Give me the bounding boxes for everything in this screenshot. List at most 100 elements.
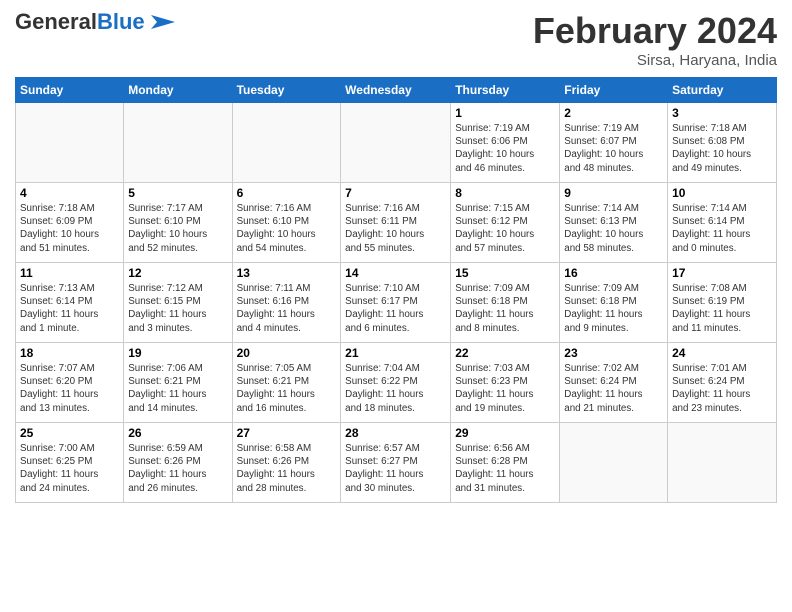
day-number: 1 xyxy=(455,106,555,120)
calendar-cell: 21Sunrise: 7:04 AM Sunset: 6:22 PM Dayli… xyxy=(341,343,451,423)
calendar-cell: 1 Sunrise: 7:19 AM Sunset: 6:06 PM Daylig… xyxy=(451,103,560,183)
calendar-cell: 17Sunrise: 7:08 AM Sunset: 6:19 PM Dayli… xyxy=(668,263,777,343)
day-info: Sunrise: 7:10 AM Sunset: 6:17 PM Dayligh… xyxy=(345,282,446,335)
day-header-thursday: Thursday xyxy=(451,78,560,103)
calendar-cell xyxy=(16,103,124,183)
calendar-cell xyxy=(232,103,341,183)
day-info: Sunrise: 7:09 AM Sunset: 6:18 PM Dayligh… xyxy=(564,282,663,335)
day-number: 12 xyxy=(128,266,227,280)
day-number: 9 xyxy=(564,186,663,200)
calendar-cell: 28Sunrise: 6:57 AM Sunset: 6:27 PM Dayli… xyxy=(341,423,451,503)
day-number: 13 xyxy=(237,266,337,280)
day-info: Sunrise: 7:16 AM Sunset: 6:11 PM Dayligh… xyxy=(345,202,446,255)
calendar-header-row: SundayMondayTuesdayWednesdayThursdayFrid… xyxy=(16,78,777,103)
day-number: 8 xyxy=(455,186,555,200)
day-info: Sunrise: 7:09 AM Sunset: 6:18 PM Dayligh… xyxy=(455,282,555,335)
logo-icon xyxy=(147,11,175,33)
calendar-cell: 4Sunrise: 7:18 AM Sunset: 6:09 PM Daylig… xyxy=(16,183,124,263)
day-number: 16 xyxy=(564,266,663,280)
logo-text: GeneralBlue xyxy=(15,10,145,34)
location: Sirsa, Haryana, India xyxy=(533,52,777,69)
calendar-cell xyxy=(124,103,232,183)
calendar-cell: 27 Sunrise: 6:58 AM Sunset: 6:26 PM Dayli… xyxy=(232,423,341,503)
calendar-cell: 8 Sunrise: 7:15 AM Sunset: 6:12 PM Daylig… xyxy=(451,183,560,263)
day-number: 3 xyxy=(672,106,772,120)
calendar-cell: 22 Sunrise: 7:03 AM Sunset: 6:23 PM Dayli… xyxy=(451,343,560,423)
calendar-cell: 25Sunrise: 7:00 AM Sunset: 6:25 PM Dayli… xyxy=(16,423,124,503)
day-info: Sunrise: 7:14 AM Sunset: 6:13 PM Dayligh… xyxy=(564,202,663,255)
day-number: 5 xyxy=(128,186,227,200)
day-info: Sunrise: 7:12 AM Sunset: 6:15 PM Dayligh… xyxy=(128,282,227,335)
day-info: Sunrise: 7:02 AM Sunset: 6:24 PM Dayligh… xyxy=(564,362,663,415)
day-number: 20 xyxy=(237,346,337,360)
calendar-cell: 19 Sunrise: 7:06 AM Sunset: 6:21 PM Dayli… xyxy=(124,343,232,423)
day-info: Sunrise: 7:07 AM Sunset: 6:20 PM Dayligh… xyxy=(20,362,119,415)
calendar-cell xyxy=(560,423,668,503)
day-info: Sunrise: 6:58 AM Sunset: 6:26 PM Dayligh… xyxy=(237,442,337,495)
day-number: 27 xyxy=(237,426,337,440)
day-number: 26 xyxy=(128,426,227,440)
calendar-cell: 14Sunrise: 7:10 AM Sunset: 6:17 PM Dayli… xyxy=(341,263,451,343)
day-number: 28 xyxy=(345,426,446,440)
day-info: Sunrise: 7:16 AM Sunset: 6:10 PM Dayligh… xyxy=(237,202,337,255)
day-number: 19 xyxy=(128,346,227,360)
day-info: Sunrise: 7:06 AM Sunset: 6:21 PM Dayligh… xyxy=(128,362,227,415)
day-header-saturday: Saturday xyxy=(668,78,777,103)
day-number: 11 xyxy=(20,266,119,280)
calendar-cell: 15Sunrise: 7:09 AM Sunset: 6:18 PM Dayli… xyxy=(451,263,560,343)
calendar-cell xyxy=(668,423,777,503)
calendar-cell: 3Sunrise: 7:18 AM Sunset: 6:08 PM Daylig… xyxy=(668,103,777,183)
day-number: 2 xyxy=(564,106,663,120)
day-info: Sunrise: 7:19 AM Sunset: 6:06 PM Dayligh… xyxy=(455,122,555,175)
calendar-cell: 9 Sunrise: 7:14 AM Sunset: 6:13 PM Daylig… xyxy=(560,183,668,263)
day-info: Sunrise: 7:15 AM Sunset: 6:12 PM Dayligh… xyxy=(455,202,555,255)
day-number: 29 xyxy=(455,426,555,440)
calendar-cell: 7 Sunrise: 7:16 AM Sunset: 6:11 PM Daylig… xyxy=(341,183,451,263)
day-info: Sunrise: 7:05 AM Sunset: 6:21 PM Dayligh… xyxy=(237,362,337,415)
calendar-cell: 23 Sunrise: 7:02 AM Sunset: 6:24 PM Dayli… xyxy=(560,343,668,423)
calendar-cell: 12 Sunrise: 7:12 AM Sunset: 6:15 PM Dayli… xyxy=(124,263,232,343)
logo: GeneralBlue xyxy=(15,10,175,34)
calendar-cell: 6 Sunrise: 7:16 AM Sunset: 6:10 PM Daylig… xyxy=(232,183,341,263)
day-number: 6 xyxy=(237,186,337,200)
calendar-week-row: 4Sunrise: 7:18 AM Sunset: 6:09 PM Daylig… xyxy=(16,183,777,263)
calendar-week-row: 25Sunrise: 7:00 AM Sunset: 6:25 PM Dayli… xyxy=(16,423,777,503)
day-number: 10 xyxy=(672,186,772,200)
calendar-cell xyxy=(341,103,451,183)
day-number: 23 xyxy=(564,346,663,360)
day-number: 17 xyxy=(672,266,772,280)
calendar-cell: 16 Sunrise: 7:09 AM Sunset: 6:18 PM Dayli… xyxy=(560,263,668,343)
day-number: 24 xyxy=(672,346,772,360)
day-info: Sunrise: 7:17 AM Sunset: 6:10 PM Dayligh… xyxy=(128,202,227,255)
calendar-cell: 5 Sunrise: 7:17 AM Sunset: 6:10 PM Daylig… xyxy=(124,183,232,263)
day-info: Sunrise: 7:04 AM Sunset: 6:22 PM Dayligh… xyxy=(345,362,446,415)
calendar-cell: 26 Sunrise: 6:59 AM Sunset: 6:26 PM Dayli… xyxy=(124,423,232,503)
day-header-wednesday: Wednesday xyxy=(341,78,451,103)
day-info: Sunrise: 6:59 AM Sunset: 6:26 PM Dayligh… xyxy=(128,442,227,495)
page-header: GeneralBlue February 2024 Sirsa, Haryana… xyxy=(15,10,777,69)
day-number: 22 xyxy=(455,346,555,360)
day-header-monday: Monday xyxy=(124,78,232,103)
calendar-cell: 10 Sunrise: 7:14 AM Sunset: 6:14 PM Dayli… xyxy=(668,183,777,263)
page-container: GeneralBlue February 2024 Sirsa, Haryana… xyxy=(0,0,792,508)
day-info: Sunrise: 7:13 AM Sunset: 6:14 PM Dayligh… xyxy=(20,282,119,335)
day-info: Sunrise: 7:03 AM Sunset: 6:23 PM Dayligh… xyxy=(455,362,555,415)
day-info: Sunrise: 6:56 AM Sunset: 6:28 PM Dayligh… xyxy=(455,442,555,495)
day-info: Sunrise: 7:18 AM Sunset: 6:09 PM Dayligh… xyxy=(20,202,119,255)
calendar-cell: 18Sunrise: 7:07 AM Sunset: 6:20 PM Dayli… xyxy=(16,343,124,423)
calendar-week-row: 18Sunrise: 7:07 AM Sunset: 6:20 PM Dayli… xyxy=(16,343,777,423)
calendar-cell: 13 Sunrise: 7:11 AM Sunset: 6:16 PM Dayli… xyxy=(232,263,341,343)
calendar-cell: 29 Sunrise: 6:56 AM Sunset: 6:28 PM Dayli… xyxy=(451,423,560,503)
day-info: Sunrise: 7:19 AM Sunset: 6:07 PM Dayligh… xyxy=(564,122,663,175)
day-number: 7 xyxy=(345,186,446,200)
day-header-friday: Friday xyxy=(560,78,668,103)
day-info: Sunrise: 7:14 AM Sunset: 6:14 PM Dayligh… xyxy=(672,202,772,255)
calendar-week-row: 11 Sunrise: 7:13 AM Sunset: 6:14 PM Dayli… xyxy=(16,263,777,343)
calendar-cell: 20 Sunrise: 7:05 AM Sunset: 6:21 PM Dayli… xyxy=(232,343,341,423)
day-info: Sunrise: 7:01 AM Sunset: 6:24 PM Dayligh… xyxy=(672,362,772,415)
day-number: 25 xyxy=(20,426,119,440)
calendar-cell: 2 Sunrise: 7:19 AM Sunset: 6:07 PM Daylig… xyxy=(560,103,668,183)
calendar-cell: 11 Sunrise: 7:13 AM Sunset: 6:14 PM Dayli… xyxy=(16,263,124,343)
day-info: Sunrise: 7:11 AM Sunset: 6:16 PM Dayligh… xyxy=(237,282,337,335)
calendar-week-row: 1 Sunrise: 7:19 AM Sunset: 6:06 PM Daylig… xyxy=(16,103,777,183)
